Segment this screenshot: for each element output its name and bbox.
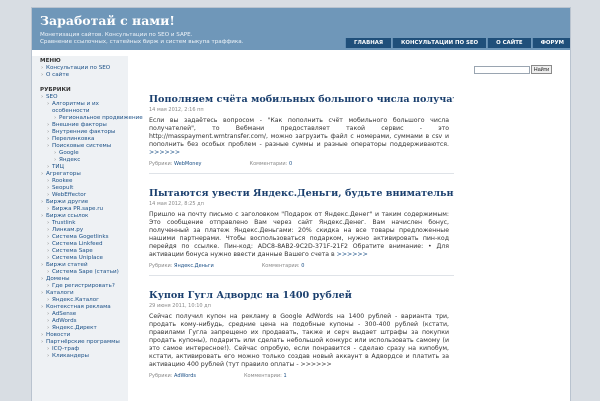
rubric-item[interactable]: Каталоги: [32, 290, 128, 297]
search-button[interactable]: Найти: [531, 65, 552, 74]
rubric-item[interactable]: Яндекс: [32, 157, 128, 164]
nav-about[interactable]: О САЙТЕ: [487, 38, 531, 48]
rubric-item[interactable]: Домены: [32, 276, 128, 283]
tagline-line-1: Монетизация сайтов. Консультации по SEO …: [40, 32, 193, 38]
rubric-item[interactable]: Внутренние факторы: [32, 129, 128, 136]
rubric-item[interactable]: Контекстная реклама: [32, 304, 128, 311]
post-comments-link[interactable]: 1: [283, 373, 286, 379]
post: Купон Гугл Адвордс на 1400 рублей 29 июн…: [149, 290, 454, 379]
rubric-item[interactable]: Seopult: [32, 185, 128, 192]
right-sidebar: Найти: [472, 64, 567, 84]
rubric-item[interactable]: Линкам.ру: [32, 227, 128, 234]
rubric-item[interactable]: Система Sape (статьи): [32, 269, 128, 276]
rubric-item[interactable]: Перелинковка: [32, 136, 128, 143]
page-wrapper: Заработай с нами! Монетизация сайтов. Ко…: [31, 7, 571, 401]
rubric-item[interactable]: Где регистрировать?: [32, 283, 128, 290]
read-more-link[interactable]: >>>>>>: [149, 149, 180, 156]
rubric-item[interactable]: Новости: [32, 332, 128, 339]
post: Пополняем счёта мобильных большого числа…: [149, 94, 454, 174]
rubric-item[interactable]: Биржа PR.sape.ru: [32, 206, 128, 213]
site-tagline: Монетизация сайтов. Консультации по SEO …: [40, 32, 340, 46]
rubric-item[interactable]: Агрегаторы: [32, 171, 128, 178]
post-comments-link[interactable]: 0: [289, 161, 292, 167]
main-nav: ГЛАВНАЯ КОНСУЛЬТАЦИИ ПО SEO О САЙТЕ ФОРУ…: [344, 38, 570, 48]
rubric-item[interactable]: Trustlink: [32, 220, 128, 227]
search-input[interactable]: [474, 66, 530, 74]
rubric-item[interactable]: Алгоритмы и их особенности: [32, 101, 124, 115]
rubric-item[interactable]: Система Gogetlinks: [32, 234, 128, 241]
rubric-item[interactable]: Кликандеры: [32, 353, 128, 360]
rubric-item[interactable]: WebEffector: [32, 192, 128, 199]
post: Пытаются увести Яндекс.Деньги, будьте вн…: [149, 188, 454, 276]
post-body: Если вы задаётесь вопросом - "Как пополн…: [149, 117, 449, 156]
rubric-item[interactable]: SEO: [32, 94, 128, 101]
nav-home[interactable]: ГЛАВНАЯ: [345, 38, 392, 48]
rubric-item[interactable]: Биржи статей: [32, 262, 128, 269]
rubrics-list: SEOАлгоритмы и их особенностиРегионально…: [32, 94, 143, 360]
rubric-item[interactable]: Система Uniplace: [32, 255, 128, 262]
post-body: Сейчас получил купон на рекламу в Google…: [149, 313, 449, 368]
post-comments-link[interactable]: 0: [301, 263, 304, 269]
post-rubric-link[interactable]: AdWords: [174, 373, 196, 379]
post-body: Пришло на почту письмо с заголовком "Под…: [149, 211, 449, 258]
rubric-item[interactable]: Яндекс.Директ: [32, 325, 128, 332]
site-header: Заработай с нами! Монетизация сайтов. Ко…: [32, 8, 570, 50]
rubric-item[interactable]: Биржи другие: [32, 199, 128, 206]
left-sidebar: МЕНЮ Консультации по SEO О сайте РУБРИКИ…: [32, 56, 143, 401]
rubric-item[interactable]: AdWords: [32, 318, 128, 325]
post-date: 14 мая 2012, 2:16 пп: [149, 107, 204, 113]
post-meta: Рубрики: AdWords Комментарии: 1: [149, 373, 287, 379]
menu-list: Консультации по SEO О сайте: [32, 65, 128, 79]
rubric-item[interactable]: Яндекс.Каталог: [32, 297, 128, 304]
rubric-item[interactable]: Google: [32, 150, 128, 157]
menu-widget-title: МЕНЮ: [40, 58, 61, 64]
rubric-item[interactable]: ТИЦ: [32, 164, 128, 171]
nav-seo-consulting[interactable]: КОНСУЛЬТАЦИИ ПО SEO: [392, 38, 487, 48]
rubric-item[interactable]: Биржи ссылок: [32, 213, 128, 220]
rubric-item[interactable]: AdSense: [32, 311, 128, 318]
post-title[interactable]: Пытаются увести Яндекс.Деньги, будьте вн…: [149, 188, 454, 199]
post-date: 14 мая 2012, 8:25 дп: [149, 201, 204, 207]
rubric-item[interactable]: Партнёрские программы: [32, 339, 128, 346]
tagline-line-2: Сравнение ссылочных, статейных бирж и си…: [40, 39, 244, 45]
menu-item-seo-consulting[interactable]: Консультации по SEO: [32, 65, 128, 72]
post-meta: Рубрики: WebMoney Комментарии: 0: [149, 161, 293, 167]
menu-item-about[interactable]: О сайте: [32, 72, 128, 79]
rubric-item[interactable]: Внешние факторы: [32, 122, 128, 129]
rubrics-widget-title: РУБРИКИ: [40, 87, 71, 93]
nav-forum[interactable]: ФОРУМ: [531, 38, 570, 48]
rubric-item[interactable]: Поисковые системы: [32, 143, 128, 150]
post-rubric-link[interactable]: WebMoney: [174, 161, 201, 167]
rubric-item[interactable]: ICQ-траф: [32, 346, 128, 353]
post-meta: Рубрики: Яндекс.Деньги Комментарии: 0: [149, 263, 305, 269]
post-title[interactable]: Пополняем счёта мобильных большого числа…: [149, 94, 454, 105]
rubric-item[interactable]: Система Sape: [32, 248, 128, 255]
rubric-item[interactable]: Региональное продвижение: [32, 115, 143, 122]
post-rubric-link[interactable]: Яндекс.Деньги: [174, 263, 214, 269]
post-title[interactable]: Купон Гугл Адвордс на 1400 рублей: [149, 290, 454, 301]
read-more-link[interactable]: >>>>>>: [337, 251, 368, 258]
main-content: Пополняем счёта мобильных большого числа…: [149, 56, 454, 401]
rubric-item[interactable]: Система Linkfeed: [32, 241, 128, 248]
site-title[interactable]: Заработай с нами!: [40, 13, 175, 28]
post-date: 29 июня 2011, 10:10 дп: [149, 303, 211, 309]
rubric-item[interactable]: Rookee: [32, 178, 128, 185]
